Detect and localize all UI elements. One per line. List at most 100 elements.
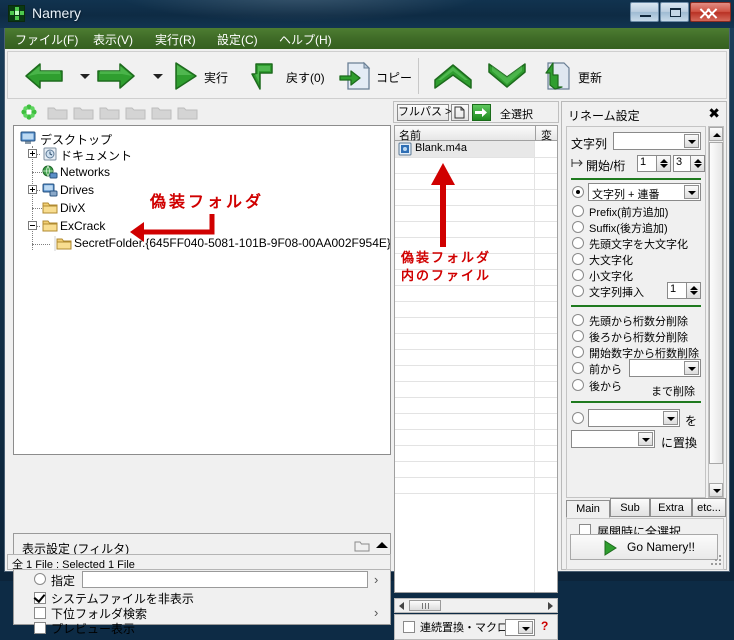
folder-slot-1[interactable]	[47, 105, 68, 120]
del-front-combo[interactable]	[629, 359, 701, 377]
tab-sub[interactable]: Sub	[610, 498, 650, 517]
string-combo[interactable]	[613, 132, 701, 150]
del-radio-from-tail[interactable]	[572, 330, 584, 342]
folder-slot-4[interactable]	[125, 105, 146, 120]
tree-label: Networks	[60, 165, 111, 179]
filter-check-preview-label: プレビュー表示	[51, 622, 136, 636]
refresh-label[interactable]: 更新	[578, 69, 602, 86]
mode-label-uppercase: 大文字化	[589, 255, 633, 267]
del-radio-from-front[interactable]	[572, 362, 584, 374]
start-value: 1	[640, 156, 647, 168]
del-radio-from-head[interactable]	[572, 314, 584, 326]
chevron-right-icon[interactable]: ›	[374, 572, 378, 587]
scroll-up-arrow[interactable]	[709, 127, 723, 141]
rename-scroll-thumb[interactable]	[709, 142, 723, 464]
chevron-right-icon[interactable]: ›	[374, 605, 378, 620]
del-radio-from-startnum[interactable]	[572, 346, 584, 358]
insert-position-spinner[interactable]: 1	[667, 282, 701, 299]
tab-extra[interactable]: Extra	[650, 498, 692, 517]
replace-target-combo[interactable]	[571, 430, 655, 448]
replace-from-combo[interactable]	[588, 409, 680, 427]
rename-panel-title: リネーム設定	[568, 109, 640, 123]
tab-etc[interactable]: etc...	[692, 498, 726, 517]
status-bar: 全 1 File : Selected 1 File	[7, 554, 391, 571]
mode-radio-lowercase[interactable]	[572, 269, 584, 281]
filter-radio-specify[interactable]	[34, 573, 46, 585]
mode-radio-prefix[interactable]	[572, 205, 584, 217]
scroll-right-arrow[interactable]	[548, 602, 553, 610]
macro-checkbox[interactable]	[403, 621, 415, 633]
start-spinner[interactable]: 1	[637, 155, 671, 172]
menu-run[interactable]: 実行(R)	[155, 31, 196, 48]
menu-settings[interactable]: 設定(C)	[217, 31, 258, 48]
table-row[interactable]: Blank.m4a	[395, 141, 534, 157]
path-copy-icon[interactable]	[451, 104, 469, 121]
mode-radio-suffix[interactable]	[572, 221, 584, 233]
folder-slot-6[interactable]	[177, 105, 198, 120]
tree-node-secretfolder[interactable]: SecretFolder.{645FF040-5081-101B-9F08-00…	[32, 236, 390, 251]
copy-document-icon[interactable]	[338, 59, 372, 93]
filter-check-hide-system[interactable]	[34, 592, 46, 604]
del-label-from-head: 先頭から桁数分削除	[589, 316, 688, 328]
filter-specify-input[interactable]	[82, 571, 368, 588]
mode-radio-uppercase[interactable]	[572, 253, 584, 265]
filter-check-preview[interactable]	[34, 622, 46, 634]
select-all-button[interactable]: 全選択	[500, 106, 533, 122]
mode-radio-insert-string[interactable]	[572, 285, 584, 297]
menu-file[interactable]: ファイル(F)	[15, 31, 78, 48]
file-list-body[interactable]: Blank.m4a 偽装フォルダ 内のファイル	[394, 141, 558, 593]
undo-label[interactable]: 戻す(0)	[286, 69, 325, 86]
chevron-up-icon[interactable]	[432, 60, 474, 92]
scroll-left-arrow[interactable]	[399, 602, 404, 610]
menu-help[interactable]: ヘルプ(H)	[279, 31, 332, 48]
forward-dropdown-caret[interactable]	[153, 74, 163, 79]
forward-arrow-icon[interactable]	[96, 60, 138, 92]
run-play-icon[interactable]	[172, 60, 200, 92]
tab-main[interactable]: Main	[566, 500, 610, 518]
digits-spinner[interactable]: 3	[673, 155, 705, 172]
del-radio-from-back[interactable]	[572, 379, 584, 391]
scroll-down-arrow[interactable]	[709, 483, 723, 497]
copy-label[interactable]: コピー	[376, 69, 412, 86]
hscroll-thumb[interactable]	[409, 600, 441, 611]
go-namery-button[interactable]: Go Namery!!	[570, 534, 718, 560]
rename-panel-scrollbar[interactable]	[708, 126, 724, 498]
mode-label-suffix: Suffix(後方追加)	[589, 223, 668, 235]
replace-radio[interactable]	[572, 412, 584, 424]
counter-label: 開始/桁	[586, 159, 626, 173]
run-label[interactable]: 実行	[204, 69, 228, 86]
refresh-icon[interactable]	[542, 59, 572, 93]
digits-value: 3	[676, 156, 683, 168]
macro-help-button[interactable]: ?	[541, 619, 548, 633]
back-dropdown-caret[interactable]	[80, 74, 90, 79]
tree-expander-minus[interactable]	[28, 221, 37, 230]
fullpath-button[interactable]: フルパス >	[397, 104, 451, 121]
green-flower-icon[interactable]	[21, 104, 37, 120]
tree-expander-plus[interactable]	[28, 185, 37, 194]
close-button[interactable]	[690, 2, 731, 22]
menu-view[interactable]: 表示(V)	[93, 31, 133, 48]
mode-radio-string-serial[interactable]	[572, 186, 584, 198]
folder-slot-2[interactable]	[73, 105, 94, 120]
macro-dropdown[interactable]	[505, 619, 535, 636]
chevron-down-icon[interactable]	[486, 60, 528, 92]
tree-expander-plus[interactable]	[28, 149, 37, 158]
mode-combo-string-serial[interactable]: 文字列 + 連番	[588, 183, 701, 201]
folder-slot-5[interactable]	[151, 105, 172, 120]
folder-open-icon[interactable]	[354, 540, 370, 553]
window-title: Namery	[32, 5, 82, 21]
resize-grip[interactable]	[711, 555, 723, 567]
maximize-button[interactable]	[660, 2, 689, 22]
back-arrow-icon[interactable]	[24, 60, 66, 92]
toolbar: 実行 戻す(0) コピー 更新	[7, 51, 727, 99]
scroll-up-caret[interactable]	[376, 542, 388, 548]
filter-check-subfolder[interactable]	[34, 607, 46, 619]
folder-slot-3[interactable]	[99, 105, 120, 120]
file-list-hscrollbar[interactable]	[394, 598, 558, 613]
folder-tree[interactable]: デスクトップ ドキュメント Networks Drives DivX ExCra…	[13, 125, 391, 455]
go-arrow-icon[interactable]	[472, 104, 491, 121]
undo-arrow-icon[interactable]	[250, 60, 280, 92]
minimize-button[interactable]	[630, 2, 659, 22]
mode-radio-capitalize-first[interactable]	[572, 237, 584, 249]
panel-close-icon[interactable]: ✖	[708, 105, 720, 122]
